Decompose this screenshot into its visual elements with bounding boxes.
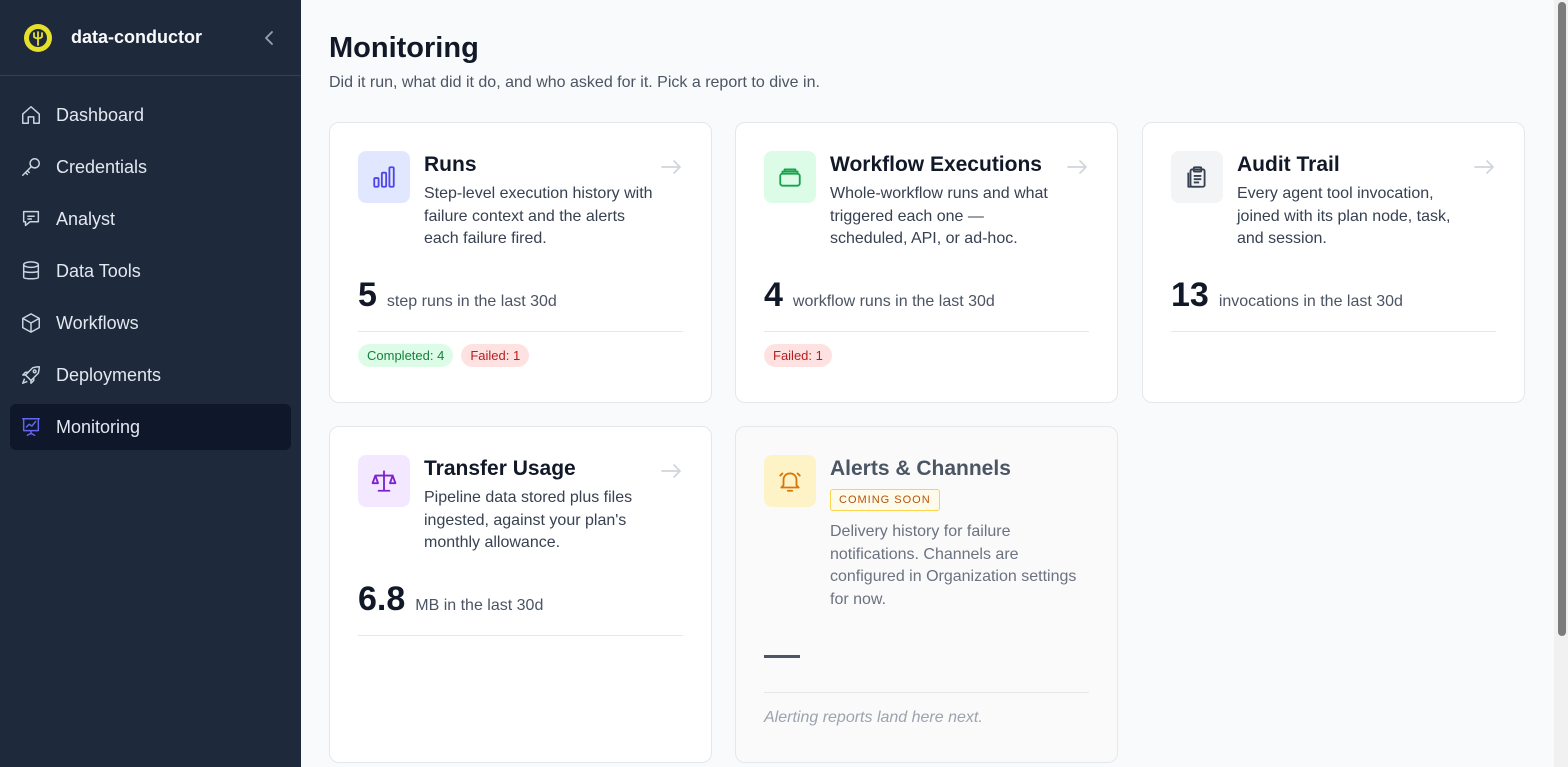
arrow-right-icon[interactable] [1472,155,1496,179]
metric-label: step runs in the last 30d [386,292,557,310]
sidebar: data-conductor Dashboard Credentials Ana… [0,0,301,767]
card-metric: 13 invocations in the last 30d [1171,275,1496,332]
scale-icon [358,455,410,507]
arrow-right-icon[interactable] [659,459,683,483]
card-title: Alerts & Channels [830,457,1011,480]
card-metric: 5 step runs in the last 30d [358,275,683,332]
arrow-right-icon[interactable] [659,155,683,179]
stack-icon [764,151,816,203]
alerts-channels-card: Alerts & Channels COMING SOON Delivery h… [735,426,1118,763]
sidebar-item-label: Deployments [56,364,162,385]
bell-icon [764,455,816,507]
key-icon [20,156,42,178]
status-badge-failed: Failed: 1 [461,343,530,367]
arrow-right-icon[interactable] [1065,155,1089,179]
sidebar-item-dashboard[interactable]: Dashboard [10,92,291,138]
audit-trail-card[interactable]: Audit Trail Every agent tool invocation,… [1142,122,1525,403]
page-title: Monitoring [329,32,479,64]
metric-label: invocations in the last 30d [1218,292,1403,310]
card-title: Workflow Executions [830,153,1042,176]
metric-label: workflow runs in the last 30d [792,292,995,310]
card-title: Audit Trail [1237,153,1340,176]
card-description: Delivery history for failure notificatio… [830,523,1077,608]
main-content: Monitoring Did it run, what did it do, a… [301,0,1554,767]
status-badges: Failed: 1 [764,343,1089,367]
transfer-usage-card[interactable]: Transfer Usage Pipeline data stored plus… [329,426,712,763]
sidebar-item-label: Monitoring [56,416,141,437]
rocket-icon [20,364,42,386]
metric-label: MB in the last 30d [415,596,544,614]
sidebar-item-label: Dashboard [56,104,145,125]
status-badge-completed: Completed: 4 [358,343,454,367]
database-icon [20,260,42,282]
card-description: Every agent tool invocation, joined with… [1237,185,1451,247]
sidebar-item-label: Analyst [56,208,116,229]
card-title: Transfer Usage [424,457,576,480]
card-metric: 4 workflow runs in the last 30d [764,275,1089,332]
coming-soon-badge: COMING SOON [830,489,940,511]
workflow-executions-card[interactable]: Workflow Executions Whole-workflow runs … [735,122,1118,403]
sidebar-header: data-conductor [0,0,301,76]
metric-value: 4 [764,275,783,314]
sidebar-nav: Dashboard Credentials Analyst Data Tools… [0,76,301,450]
card-description: Whole-workflow runs and what triggered e… [830,185,1048,247]
app-name: data-conductor [71,27,203,47]
runs-card[interactable]: Runs Step-level execution history with f… [329,122,712,403]
card-metric: 6.8 MB in the last 30d [358,579,683,636]
metric-value: 5 [358,275,377,314]
sidebar-item-label: Credentials [56,156,148,177]
empty-metric-dash [764,655,800,658]
sidebar-item-deployments[interactable]: Deployments [10,352,291,398]
sidebar-item-monitoring[interactable]: Monitoring [10,404,291,450]
chevron-left-icon [265,30,273,45]
metric-value: 6.8 [358,579,406,618]
status-badge-failed: Failed: 1 [764,343,832,367]
metric-value: 13 [1171,275,1209,314]
sidebar-item-label: Workflows [56,312,139,333]
card-title: Runs [424,153,477,176]
card-description: Pipeline data stored plus files ingested… [424,489,633,551]
collapse-sidebar-button[interactable] [259,28,279,48]
presentation-chart-icon [20,416,42,438]
sidebar-item-data-tools[interactable]: Data Tools [10,248,291,294]
sidebar-item-label: Data Tools [56,260,141,281]
box-icon [20,312,42,334]
clipboard-icon [1171,151,1223,203]
page-subtitle: Did it run, what did it do, and who aske… [329,74,820,91]
scrollbar-thumb[interactable] [1558,2,1566,636]
chat-icon [20,208,42,230]
card-description: Step-level execution history with failur… [424,185,653,247]
status-badges: Completed: 4 Failed: 1 [358,343,683,367]
bar-chart-icon [358,151,410,203]
sidebar-item-credentials[interactable]: Credentials [10,144,291,190]
scrollbar[interactable] [1554,0,1568,767]
home-icon [20,104,42,126]
card-footer-note: Alerting reports land here next. [764,692,1089,727]
app-logo-icon[interactable] [24,23,52,52]
sidebar-item-workflows[interactable]: Workflows [10,300,291,346]
sidebar-item-analyst[interactable]: Analyst [10,196,291,242]
